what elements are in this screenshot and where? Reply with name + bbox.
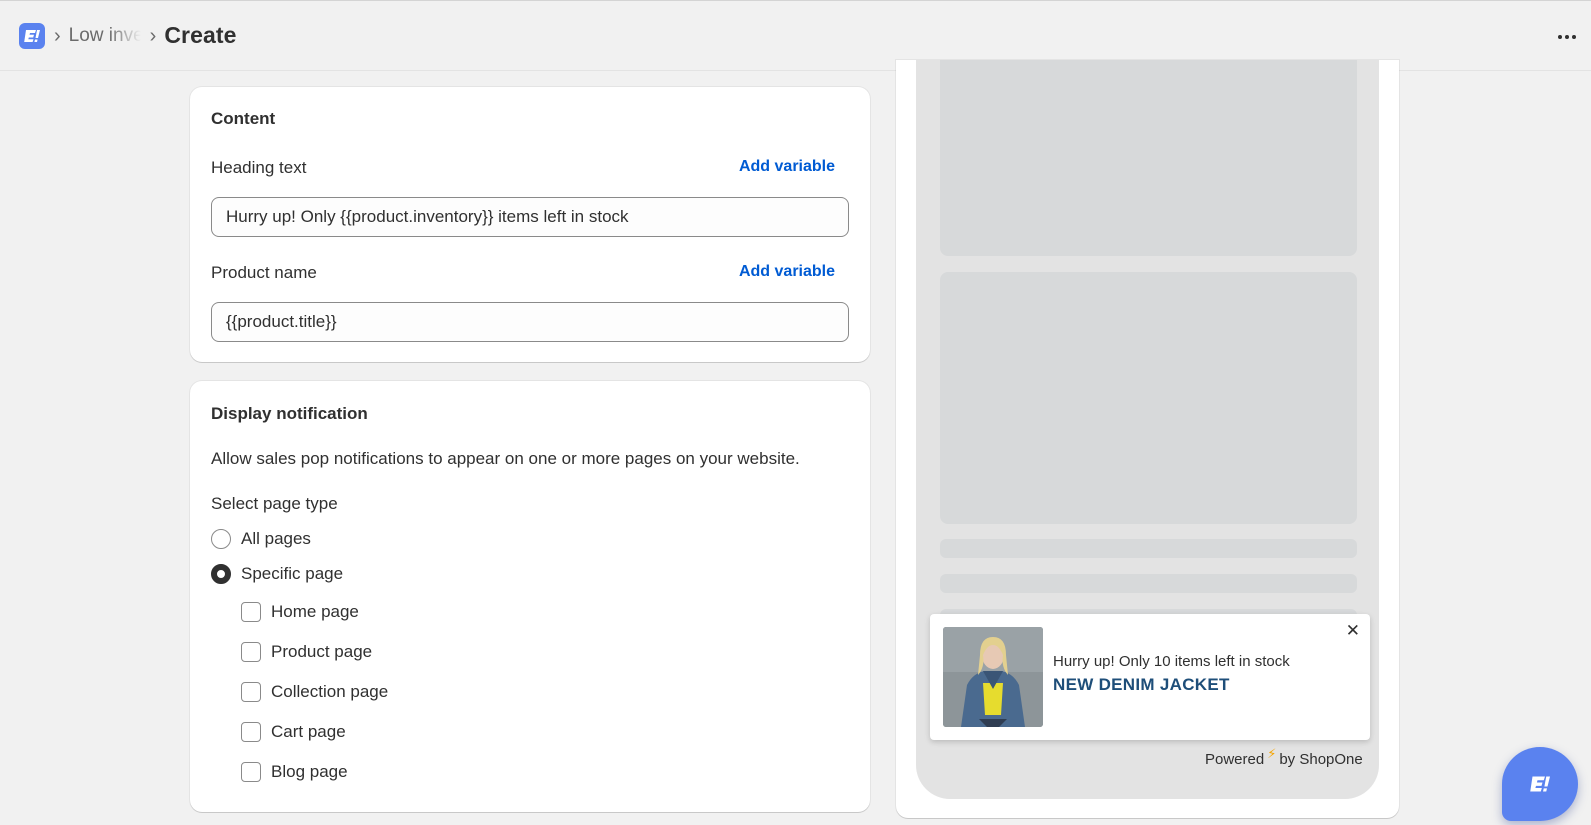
product-add-variable-button[interactable]: Add variable: [739, 263, 835, 281]
heading-add-variable-button[interactable]: Add variable: [739, 158, 835, 176]
powered-by-branding: Powered ⚡ by ShopOne: [1205, 746, 1363, 769]
display-description: Allow sales pop notifications to appear …: [211, 449, 800, 468]
radio-all-pages[interactable]: All pages: [211, 529, 311, 549]
product-name-input[interactable]: [211, 302, 849, 342]
app-chat-button[interactable]: [1502, 747, 1578, 821]
popup-product-title[interactable]: NEW DENIM JACKET: [1053, 675, 1230, 695]
breadcrumb-chevron-icon: ›: [54, 24, 61, 47]
checkbox-collection-page[interactable]: Collection page: [241, 682, 388, 702]
powered-suffix: by ShopOne: [1279, 751, 1363, 768]
select-page-type-label: Select page type: [211, 494, 338, 513]
display-notification-card: Display notification Allow sales pop not…: [190, 381, 870, 812]
checkbox-label: Product page: [271, 642, 373, 661]
app-logo-icon[interactable]: [19, 22, 45, 49]
radio-specific-page[interactable]: Specific page: [211, 564, 343, 584]
placeholder-block: [940, 272, 1357, 524]
popup-heading-text: Hurry up! Only 10 items left in stock: [1053, 653, 1290, 670]
sales-pop-notification[interactable]: Hurry up! Only 10 items left in stock NE…: [930, 614, 1370, 740]
display-card-title: Display notification: [211, 404, 368, 423]
checkbox-label: Cart page: [271, 722, 346, 741]
checkbox-product-page[interactable]: Product page: [241, 642, 372, 662]
checkbox[interactable]: [241, 642, 261, 662]
placeholder-line: [940, 574, 1357, 593]
checkbox-home-page[interactable]: Home page: [241, 602, 359, 622]
powered-prefix: Powered: [1205, 751, 1265, 768]
placeholder-line: [940, 539, 1357, 558]
checkbox[interactable]: [241, 602, 261, 622]
app-chat-icon: [1530, 776, 1550, 792]
more-actions-button[interactable]: [1553, 25, 1581, 49]
heading-text-input[interactable]: [211, 197, 849, 237]
heading-text-label: Heading text: [211, 158, 307, 177]
breadcrumb-chevron-icon: ›: [149, 24, 157, 47]
content-card: Content Heading text Add variable Produc…: [190, 87, 870, 362]
checkbox[interactable]: [241, 722, 261, 742]
radio-label: Specific page: [241, 564, 344, 583]
checkbox[interactable]: [241, 762, 261, 782]
checkbox-label: Blog page: [271, 762, 348, 781]
checkbox-label: Home page: [271, 602, 359, 621]
product-image: [943, 627, 1043, 727]
checkbox-blog-page[interactable]: Blog page: [241, 762, 348, 782]
checkbox-label: Collection page: [271, 682, 389, 701]
radio-label: All pages: [241, 529, 311, 548]
checkbox[interactable]: [241, 682, 261, 702]
breadcrumb-parent-link[interactable]: Low inventory: [69, 25, 141, 47]
radio-button[interactable]: [211, 529, 231, 549]
content-card-title: Content: [211, 109, 276, 128]
close-icon[interactable]: ✕: [1346, 622, 1360, 639]
page-title: Create: [164, 22, 237, 48]
placeholder-block: [940, 60, 1357, 256]
lightning-bolt-icon: ⚡: [1267, 745, 1277, 761]
radio-button-selected[interactable]: [211, 564, 231, 584]
product-name-label: Product name: [211, 263, 317, 282]
more-horizontal-icon: [1558, 35, 1562, 39]
checkbox-cart-page[interactable]: Cart page: [241, 722, 346, 742]
